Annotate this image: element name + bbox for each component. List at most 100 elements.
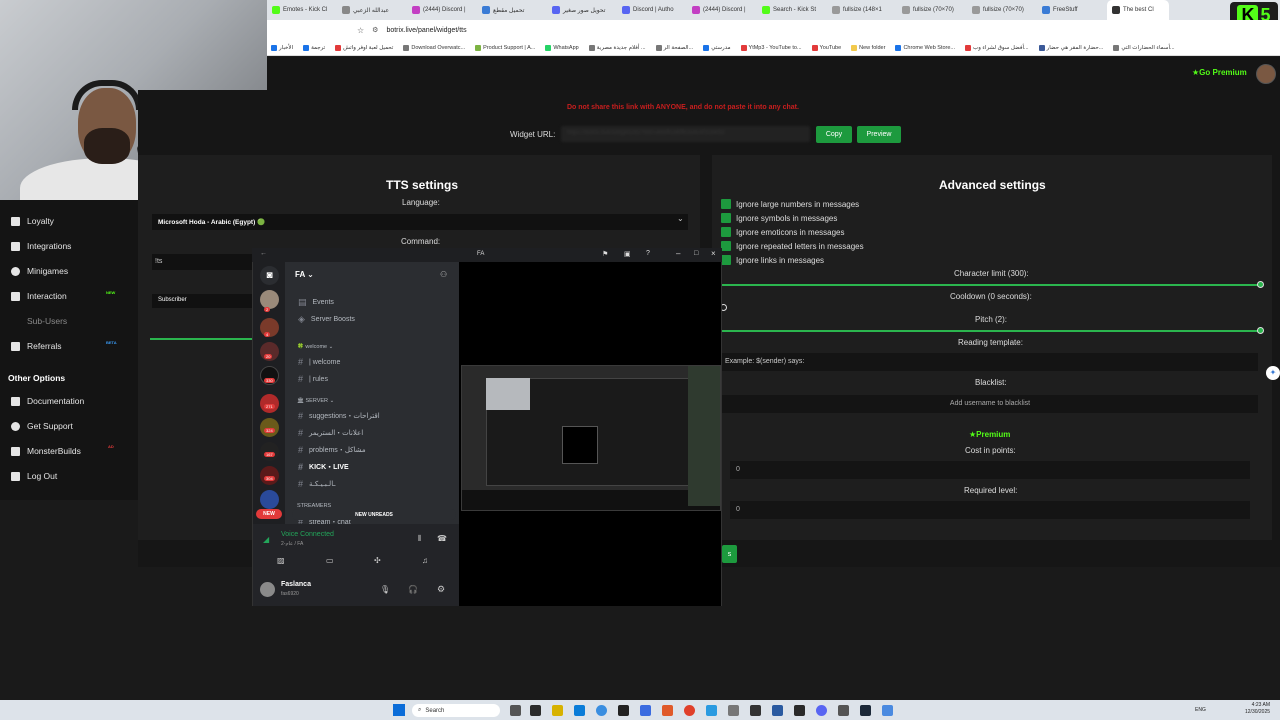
help-icon[interactable]: ?: [646, 250, 650, 257]
bookmark-item[interactable]: YouTube: [811, 44, 841, 51]
site-info-icon[interactable]: ⚙: [372, 26, 378, 34]
browser-tab[interactable]: The best Cl: [1107, 0, 1169, 20]
widget-url-field[interactable]: https://botrix.live/widgets/tts?bid=a8b9…: [561, 126, 810, 142]
server-boosts-item[interactable]: ◈ Server Boosts: [298, 314, 355, 325]
channel-rules[interactable]: # | rules: [298, 374, 328, 384]
browser-tab[interactable]: Emotes - Kick Cl: [267, 0, 337, 20]
address-url[interactable]: botrix.live/panel/widget/tts: [386, 27, 466, 34]
channel-kick-live[interactable]: # KICK・LIVE: [298, 462, 349, 472]
browser-tab[interactable]: FreeStuff: [1037, 0, 1107, 20]
check-ignore-links[interactable]: Ignore links in messages: [721, 253, 864, 267]
chevron-down-icon[interactable]: ⌄: [677, 214, 684, 223]
activities-icon[interactable]: ✣: [374, 556, 381, 565]
inbox-icon[interactable]: ▣: [624, 250, 631, 258]
copy-button[interactable]: Copy: [816, 126, 852, 143]
edge-icon[interactable]: [596, 705, 607, 716]
maximize-icon[interactable]: □: [694, 250, 698, 257]
user-avatar[interactable]: [260, 582, 275, 597]
bookmark-item[interactable]: YtMp3 - YouTube to...: [740, 44, 802, 51]
user-avatar[interactable]: [1256, 64, 1276, 84]
windows-start-icon[interactable]: [393, 704, 405, 716]
new-unreads-pill[interactable]: NEW UNREADS: [292, 509, 456, 520]
events-item[interactable]: ▤ Events: [298, 297, 334, 308]
settings-gear-icon[interactable]: ⚙: [437, 584, 445, 595]
channel-welcome[interactable]: # | welcome: [298, 357, 340, 367]
check-ignore-symbols[interactable]: Ignore symbols in messages: [721, 211, 864, 225]
flag-icon[interactable]: ⚑: [602, 250, 608, 258]
browser-tab[interactable]: Search - Kick St: [757, 0, 827, 20]
taskbar-app-icon[interactable]: [882, 705, 893, 716]
reading-template-input[interactable]: Example: $(sender) says:: [722, 353, 1258, 371]
bookmark-item[interactable]: الأخبار: [271, 44, 293, 51]
sidebar-item-monsterbuilds[interactable]: MonsterBuilds: [11, 446, 81, 456]
soundboard-icon[interactable]: ♫: [422, 556, 428, 565]
pitch-slider[interactable]: [722, 330, 1260, 332]
microphone-icon[interactable]: 🎙: [380, 585, 390, 594]
discord-home-icon[interactable]: ◙: [260, 266, 279, 285]
browser-tab[interactable]: Discord | Autho: [617, 0, 687, 20]
taskbar-app-icon[interactable]: [618, 705, 629, 716]
checkbox-checked[interactable]: [721, 227, 731, 237]
bookmark-item[interactable]: حضارة المقر هي حضار...: [1038, 44, 1103, 51]
bookmark-item[interactable]: WhatsApp: [545, 44, 579, 51]
check-ignore-repeated[interactable]: Ignore repeated letters in messages: [721, 239, 864, 253]
taskbar-app-icon[interactable]: [838, 705, 849, 716]
checkbox-checked[interactable]: [721, 241, 731, 251]
browser-tab[interactable]: fullsize (70×70): [967, 0, 1037, 20]
steam-icon[interactable]: [860, 705, 871, 716]
bookmark-item[interactable]: أسماء الحضارات التي...: [1113, 44, 1175, 51]
browser-tab[interactable]: (2444) Discord |: [407, 0, 477, 20]
command-input[interactable]: !ts: [152, 254, 252, 270]
bookmark-item[interactable]: Product Support | A...: [475, 44, 535, 51]
pitch-slider-knob[interactable]: [1257, 327, 1264, 334]
taskbar-app-icon[interactable]: [640, 705, 651, 716]
taskbar-app-icon[interactable]: [530, 705, 541, 716]
check-ignore-numbers[interactable]: Ignore large numbers in messages: [721, 197, 864, 211]
system-clock[interactable]: 4:23 AM 12/30/2025: [1245, 702, 1270, 716]
preview-button[interactable]: Preview: [857, 126, 901, 143]
browser-tab[interactable]: fullsize (148×1: [827, 0, 897, 20]
voice-connected-status[interactable]: Voice Connected: [281, 531, 334, 538]
noise-suppression-icon[interactable]: ⫴: [418, 534, 421, 544]
save-button-partial[interactable]: s: [722, 545, 737, 563]
channel-problems[interactable]: # problems・مشاكل: [298, 445, 366, 455]
taskbar-app-icon[interactable]: [574, 705, 585, 716]
headphones-icon[interactable]: 🎧: [408, 585, 418, 594]
floating-help-icon[interactable]: ✦: [1266, 366, 1280, 380]
sidebar-item-documentation[interactable]: Documentation: [11, 396, 84, 406]
sidebar-item-loyalty[interactable]: Loyalty: [11, 216, 54, 226]
sidebar-item-referrals[interactable]: Referrals: [11, 341, 61, 351]
brave-icon[interactable]: [662, 705, 673, 716]
checkbox-checked[interactable]: [721, 255, 731, 265]
sidebar-item-integrations[interactable]: Integrations: [11, 241, 71, 251]
char-limit-slider[interactable]: [722, 284, 1260, 286]
taskbar-app-icon[interactable]: [772, 705, 783, 716]
bookmark-item[interactable]: Download Overwatc...: [403, 44, 465, 51]
disconnect-icon[interactable]: ☎: [437, 534, 447, 543]
bookmark-item[interactable]: مدرستي: [703, 44, 731, 51]
browser-tab[interactable]: تحويل صور صغير: [547, 0, 617, 20]
tts-slider[interactable]: [150, 338, 252, 340]
category-welcome[interactable]: 🍀 welcome ⌄: [297, 344, 333, 350]
browser-tab[interactable]: عبدالله الزعبي: [337, 0, 407, 20]
stream-screen-preview[interactable]: [461, 365, 721, 511]
minimize-icon[interactable]: –: [676, 249, 680, 258]
back-arrow-icon[interactable]: ←: [260, 250, 267, 257]
address-bar[interactable]: ☆ ⚙ botrix.live/panel/widget/tts: [267, 20, 1280, 40]
blacklist-input[interactable]: Add username to blacklist: [722, 395, 1258, 413]
browser-tab[interactable]: (2444) Discord |: [687, 0, 757, 20]
bookmark-item[interactable]: New folder: [851, 44, 885, 51]
bookmark-item[interactable]: أفضل سوق لشراء وب...: [965, 44, 1029, 51]
go-premium-link[interactable]: ★Go Premium: [1192, 68, 1247, 77]
input-language[interactable]: ENG: [1195, 707, 1206, 713]
taskbar-app-icon[interactable]: [794, 705, 805, 716]
bookmark-item[interactable]: أفلام جديدة مصرية ...: [588, 44, 646, 51]
taskbar-app-icon[interactable]: [706, 705, 717, 716]
bookmark-item[interactable]: تحميل لعبة اوفر واتش: [335, 44, 393, 51]
browser-tab[interactable]: fullsize (70×70): [897, 0, 967, 20]
add-friend-icon[interactable]: ⚇: [440, 270, 447, 279]
sidebar-item-log-out[interactable]: Log Out: [11, 471, 57, 481]
close-icon[interactable]: ×: [711, 249, 716, 258]
taskbar-app-icon[interactable]: [750, 705, 761, 716]
char-limit-slider-knob[interactable]: [1257, 281, 1264, 288]
